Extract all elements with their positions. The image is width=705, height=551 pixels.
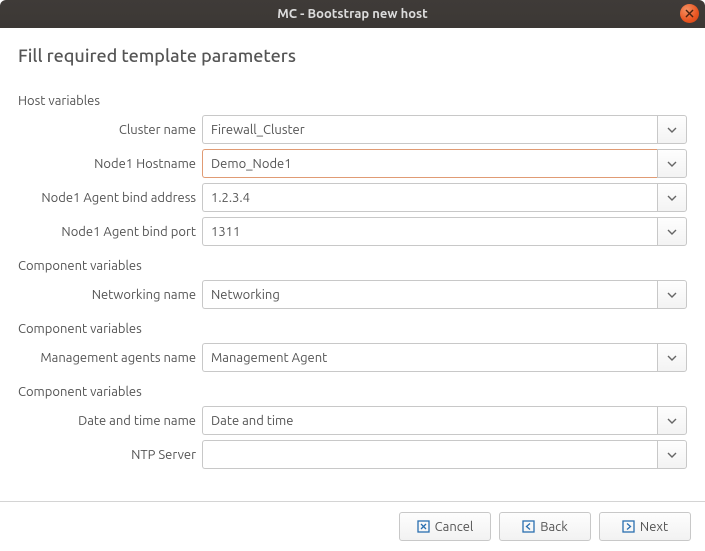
input-ntp-server[interactable] [202,440,657,469]
row-cluster-name: Cluster name [18,115,687,144]
row-date-time-name: Date and time name [18,406,687,435]
dropdown-node1-bind-port[interactable] [657,217,687,246]
combo-node1-bind-address [202,183,687,212]
chevron-down-icon [667,418,677,424]
chevron-down-icon [667,355,677,361]
input-networking-name[interactable] [202,280,657,309]
combo-date-time-name [202,406,687,435]
titlebar: MC - Bootstrap new host [0,0,705,28]
label-date-time-name: Date and time name [18,414,202,428]
section-host-variables: Host variables [18,94,687,108]
section-component-variables-1: Component variables [18,259,687,273]
chevron-down-icon [667,452,677,458]
row-node1-bind-address: Node1 Agent bind address [18,183,687,212]
label-ntp-server: NTP Server [18,448,202,462]
dropdown-node1-hostname[interactable] [657,149,687,178]
back-label: Back [540,520,568,534]
chevron-down-icon [667,229,677,235]
combo-ntp-server [202,440,687,469]
input-node1-bind-address[interactable] [202,183,657,212]
combo-management-agents-name [202,343,687,372]
close-button[interactable] [680,4,699,23]
combo-node1-bind-port [202,217,687,246]
back-icon [522,520,535,533]
cancel-icon [417,520,430,533]
label-node1-hostname: Node1 Hostname [18,157,202,171]
section-component-variables-2: Component variables [18,322,687,336]
next-icon [622,520,635,533]
combo-cluster-name [202,115,687,144]
dropdown-date-time-name[interactable] [657,406,687,435]
chevron-down-icon [667,292,677,298]
input-date-time-name[interactable] [202,406,657,435]
row-node1-hostname: Node1 Hostname [18,149,687,178]
chevron-down-icon [667,161,677,167]
dropdown-ntp-server[interactable] [657,440,687,469]
back-button[interactable]: Back [499,512,591,541]
cancel-label: Cancel [435,520,474,534]
row-node1-bind-port: Node1 Agent bind port [18,217,687,246]
row-management-agents-name: Management agents name [18,343,687,372]
dropdown-node1-bind-address[interactable] [657,183,687,212]
input-node1-hostname[interactable] [202,149,657,178]
label-node1-bind-port: Node1 Agent bind port [18,225,202,239]
dropdown-management-agents-name[interactable] [657,343,687,372]
input-management-agents-name[interactable] [202,343,657,372]
footer: Cancel Back Next [0,501,705,551]
combo-networking-name [202,280,687,309]
label-management-agents-name: Management agents name [18,351,202,365]
cancel-button[interactable]: Cancel [399,512,491,541]
label-cluster-name: Cluster name [18,123,202,137]
chevron-down-icon [667,195,677,201]
page-title: Fill required template parameters [18,46,687,66]
close-icon [685,9,694,18]
dropdown-cluster-name[interactable] [657,115,687,144]
content-area: Fill required template parameters Host v… [0,28,705,469]
chevron-down-icon [667,127,677,133]
input-node1-bind-port[interactable] [202,217,657,246]
row-networking-name: Networking name [18,280,687,309]
row-ntp-server: NTP Server [18,440,687,469]
label-networking-name: Networking name [18,288,202,302]
next-button[interactable]: Next [599,512,691,541]
label-node1-bind-address: Node1 Agent bind address [18,191,202,205]
combo-node1-hostname [202,149,687,178]
section-component-variables-3: Component variables [18,385,687,399]
dropdown-networking-name[interactable] [657,280,687,309]
input-cluster-name[interactable] [202,115,657,144]
window-title: MC - Bootstrap new host [277,7,428,21]
next-label: Next [640,520,668,534]
